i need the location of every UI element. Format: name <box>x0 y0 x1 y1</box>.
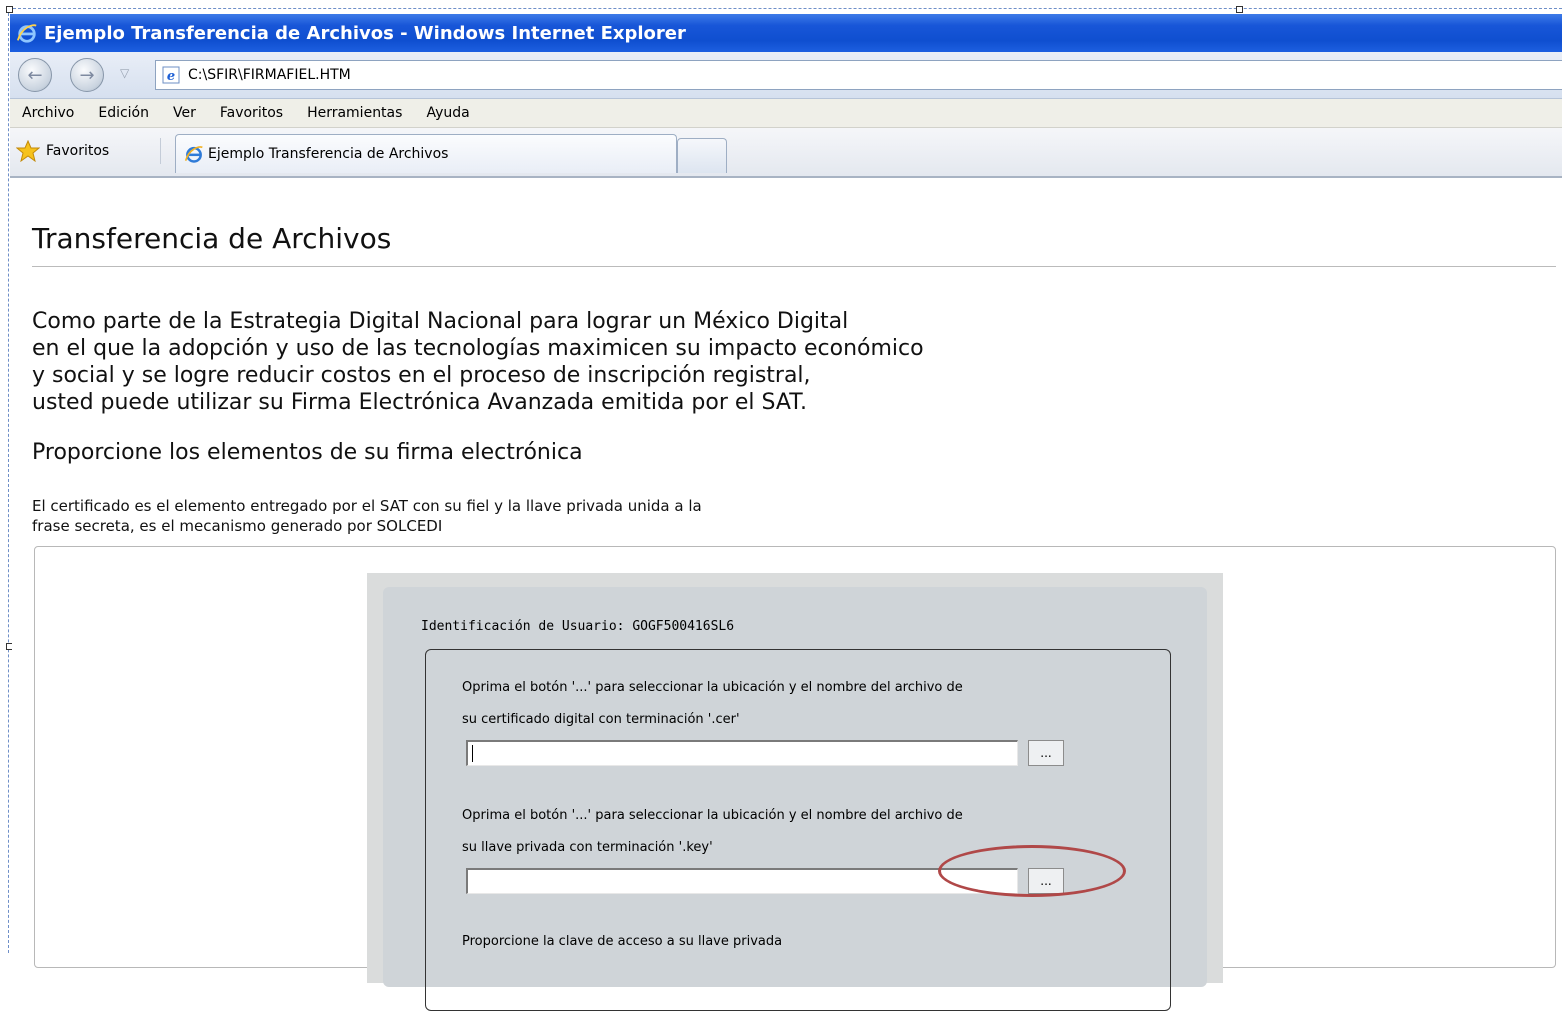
key-instruction: su llave privada con terminación '.key' <box>462 840 713 855</box>
cert-instruction: su certificado digital con terminación '… <box>462 712 740 727</box>
menu-edicion[interactable]: Edición <box>86 105 161 121</box>
cert-instruction: Oprima el botón '...' para seleccionar l… <box>462 680 963 695</box>
page-title: Transferencia de Archivos <box>32 222 392 255</box>
note-paragraph: El certificado es el elemento entregado … <box>32 496 702 536</box>
page-content: Transferencia de Archivos Como parte de … <box>12 178 1562 1011</box>
highlight-ellipse <box>938 845 1126 897</box>
favorites-label: Favoritos <box>46 143 110 159</box>
text-caret <box>472 745 473 762</box>
applet-panel: Identificación de Usuario: GOGF500416SL6… <box>383 587 1207 1011</box>
ie-logo-icon <box>184 146 203 163</box>
star-icon <box>16 140 40 162</box>
menu-ver[interactable]: Ver <box>161 105 208 121</box>
user-id-label: Identificación de Usuario: GOGF500416SL6 <box>421 619 735 634</box>
cert-browse-button[interactable]: ... <box>1028 740 1064 766</box>
menu-archivo[interactable]: Archivo <box>10 105 86 121</box>
forward-arrow-icon: → <box>79 64 95 86</box>
section-subheading: Proporcione los elementos de su firma el… <box>32 440 583 465</box>
tab-active[interactable]: Ejemplo Transferencia de Archivos <box>175 134 677 173</box>
history-dropdown-icon[interactable]: ▽ <box>120 66 129 80</box>
key-file-input[interactable] <box>466 868 1018 894</box>
menu-bar: Archivo Edición Ver Favoritos Herramient… <box>10 99 1562 128</box>
favorites-button[interactable]: Favoritos <box>16 138 109 164</box>
applet-frame: Identificación de Usuario: GOGF500416SL6… <box>34 546 1556 1011</box>
window-titlebar: Ejemplo Transferencia de Archivos - Wind… <box>10 14 1562 52</box>
menu-favoritos[interactable]: Favoritos <box>208 105 295 121</box>
menu-herramientas[interactable]: Herramientas <box>295 105 414 121</box>
resize-handle <box>6 6 13 13</box>
key-instruction: Oprima el botón '...' para seleccionar l… <box>462 808 963 823</box>
favorites-bar: Favoritos Ejemplo Transferencia de Archi… <box>10 128 1562 178</box>
intro-paragraph: Como parte de la Estrategia Digital Naci… <box>32 308 1132 416</box>
ie-logo-icon <box>16 24 37 43</box>
menu-ayuda[interactable]: Ayuda <box>414 105 481 121</box>
page-ie-icon: e <box>162 66 180 84</box>
toolbar-separator <box>160 138 161 164</box>
note-line: El certificado es el elemento entregado … <box>32 497 702 515</box>
back-button[interactable]: ← <box>18 58 52 92</box>
forward-button[interactable]: → <box>70 58 104 92</box>
address-toolbar: ← → ▽ e C:\SFIR\FIRMAFIEL.HTM <box>10 52 1562 99</box>
address-url: C:\SFIR\FIRMAFIEL.HTM <box>188 67 351 83</box>
note-line: frase secreta, es el mecanismo generado … <box>32 517 443 535</box>
intro-line: en el que la adopción y uso de las tecno… <box>32 336 924 361</box>
intro-line: y social y se logre reducir costos en el… <box>32 363 811 388</box>
intro-line: Como parte de la Estrategia Digital Naci… <box>32 309 849 334</box>
file-selection-group: Oprima el botón '...' para seleccionar l… <box>425 649 1171 1011</box>
intro-line: usted puede utilizar su Firma Electrónic… <box>32 390 808 415</box>
svg-text:e: e <box>167 69 175 84</box>
back-arrow-icon: ← <box>27 64 43 86</box>
address-field[interactable]: e C:\SFIR\FIRMAFIEL.HTM <box>155 60 1562 90</box>
window-title: Ejemplo Transferencia de Archivos - Wind… <box>44 22 686 44</box>
title-divider <box>32 266 1556 267</box>
new-tab-button[interactable] <box>677 138 727 173</box>
signature-applet: Identificación de Usuario: GOGF500416SL6… <box>367 573 1223 1011</box>
cert-file-input[interactable] <box>466 740 1018 766</box>
resize-handle <box>1236 6 1243 13</box>
tab-title: Ejemplo Transferencia de Archivos <box>208 146 449 162</box>
password-instruction: Proporcione la clave de acceso a su llav… <box>462 934 783 949</box>
